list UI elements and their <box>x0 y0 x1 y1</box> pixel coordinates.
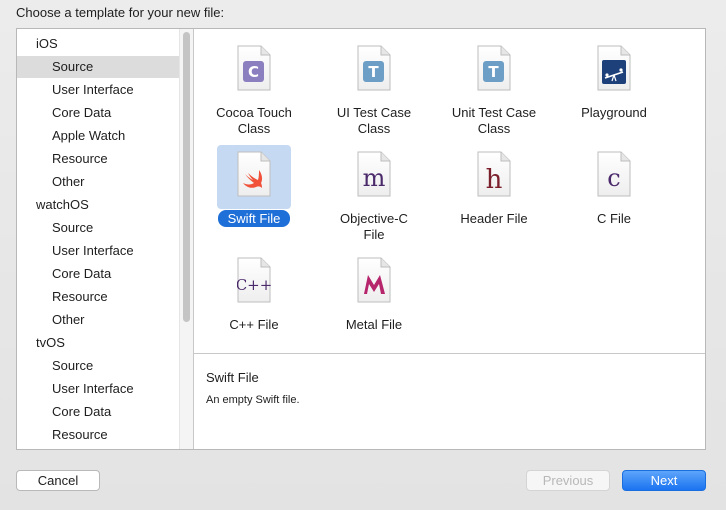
template-tile[interactable]: m Objective-C File <box>314 141 434 245</box>
sidebar-item[interactable]: Other <box>17 309 179 331</box>
template-label: Playground <box>581 105 647 120</box>
sidebar-item[interactable]: Apple Watch <box>17 125 179 147</box>
template-label: Objective-C File <box>340 211 408 242</box>
template-grid: C Cocoa Touch Class T UI Test Case Class T Un… <box>194 29 705 353</box>
template-tile[interactable]: Metal File <box>314 247 434 351</box>
svg-text:h: h <box>486 165 503 195</box>
template-tile[interactable]: Playground <box>554 35 674 139</box>
svg-text:C: C <box>248 63 259 81</box>
playground-icon <box>577 39 651 103</box>
svg-text:c: c <box>607 164 620 192</box>
sidebar-item[interactable]: Source <box>17 217 179 239</box>
cpp-file-icon: C++ <box>217 251 291 315</box>
sidebar-scrollbar-thumb[interactable] <box>183 32 190 322</box>
svg-text:T: T <box>488 63 499 81</box>
template-label: Swift File <box>217 210 291 227</box>
template-tile[interactable]: c C File <box>554 141 674 245</box>
header-file-icon: h <box>457 145 531 209</box>
sidebar-item[interactable]: Resource <box>17 148 179 170</box>
template-panel: iOS Source User Interface Core Data Apple Wa… <box>16 28 706 450</box>
template-label: Metal File <box>345 317 403 332</box>
sidebar-item[interactable]: User Interface <box>17 240 179 262</box>
dialog-title: Choose a template for your new file: <box>16 5 225 20</box>
objective-c-file-icon: m <box>337 145 411 209</box>
template-label: C File <box>597 211 631 226</box>
sidebar-group-tvos[interactable]: tvOS <box>17 332 179 354</box>
template-label: Header File <box>460 211 528 226</box>
c-file-icon: c <box>577 145 651 209</box>
template-label: Unit Test Case Class <box>451 105 537 136</box>
sidebar-item[interactable]: Source <box>17 56 179 78</box>
swift-file-icon <box>217 145 291 209</box>
template-label: Cocoa Touch Class <box>216 105 292 136</box>
previous-button[interactable]: Previous <box>526 470 610 491</box>
unit-test-case-class-icon: T <box>457 39 531 103</box>
sidebar-item[interactable]: Core Data <box>17 102 179 124</box>
sidebar-item[interactable]: Other <box>17 171 179 193</box>
svg-text:C++: C++ <box>237 276 271 294</box>
svg-text:m: m <box>363 164 386 192</box>
sidebar-item[interactable]: User Interface <box>17 79 179 101</box>
platform-sidebar: iOS Source User Interface Core Data Apple Wa… <box>17 29 193 449</box>
template-description: Swift File An empty Swift file. <box>194 354 705 449</box>
sidebar-group-watchos[interactable]: watchOS <box>17 194 179 216</box>
sidebar-group-ios[interactable]: iOS <box>17 33 179 55</box>
sidebar-item[interactable]: Core Data <box>17 263 179 285</box>
template-tile[interactable]: T Unit Test Case Class <box>434 35 554 139</box>
svg-text:T: T <box>368 63 379 81</box>
metal-file-icon <box>337 251 411 315</box>
description-text: An empty Swift file. <box>206 394 300 406</box>
sidebar-item[interactable]: User Interface <box>17 378 179 400</box>
sidebar-item[interactable]: Core Data <box>17 401 179 423</box>
ui-test-case-class-icon: T <box>337 39 411 103</box>
sidebar-scrollbar[interactable] <box>179 29 193 449</box>
next-button[interactable]: Next <box>622 470 706 491</box>
template-tile[interactable]: Swift File <box>194 141 314 245</box>
sidebar-item[interactable]: Source <box>17 355 179 377</box>
sidebar-item[interactable]: Resource <box>17 286 179 308</box>
template-tile[interactable]: h Header File <box>434 141 554 245</box>
template-tile[interactable]: C Cocoa Touch Class <box>194 35 314 139</box>
cancel-button[interactable]: Cancel <box>16 470 100 491</box>
template-label: C++ File <box>229 317 279 332</box>
template-tile[interactable]: T UI Test Case Class <box>314 35 434 139</box>
template-tile[interactable]: C++ C++ File <box>194 247 314 351</box>
cocoa-touch-class-icon: C <box>217 39 291 103</box>
template-label: UI Test Case Class <box>336 105 412 136</box>
sidebar-item[interactable]: Resource <box>17 424 179 446</box>
description-title: Swift File <box>206 370 259 385</box>
